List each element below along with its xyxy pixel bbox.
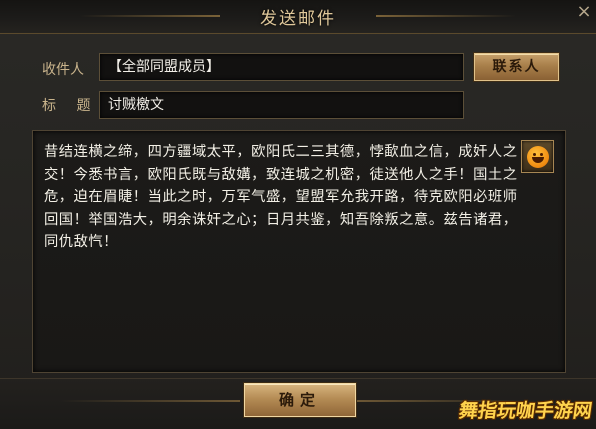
footer-ornament-left	[60, 400, 240, 402]
smiley-eye-right	[540, 153, 543, 156]
dialog-title: 发送邮件	[260, 9, 336, 29]
site-watermark: 舞指玩咖手游网	[457, 400, 594, 422]
title-bar: 发送邮件 ×	[0, 0, 596, 34]
subject-label: 标 题	[42, 98, 99, 114]
subject-field[interactable]: 讨贼檄文	[99, 91, 464, 119]
smiley-face-icon	[527, 146, 549, 168]
recipient-label: 收件人	[42, 62, 84, 78]
close-icon[interactable]: ×	[574, 2, 594, 22]
mail-body-text[interactable]: 昔结连横之缔，四方疆域太平，欧阳氏二三其德，悖歃血之信，成奸人之交！今悉书言，欧…	[44, 141, 518, 254]
confirm-button[interactable]: 确定	[244, 383, 356, 417]
smiley-eye-left	[533, 153, 536, 156]
contacts-button[interactable]: 联系人	[474, 53, 559, 81]
smiley-mouth	[532, 157, 544, 163]
recipient-field[interactable]: 【全部同盟成员】	[99, 53, 464, 81]
emoji-button[interactable]	[521, 140, 554, 173]
send-mail-dialog: 发送邮件 × 收件人 【全部同盟成员】 联系人 标 题 讨贼檄文 昔结连横之缔，…	[0, 0, 596, 429]
